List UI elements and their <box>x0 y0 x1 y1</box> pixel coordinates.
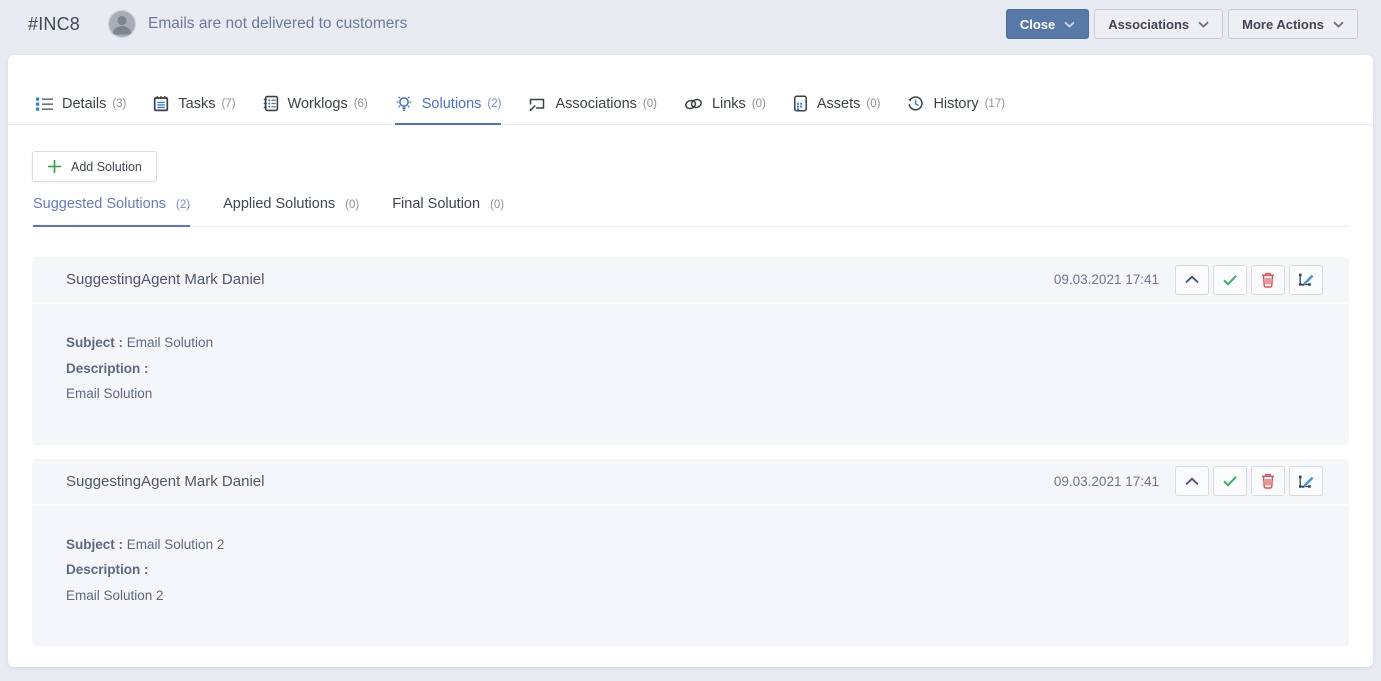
collapse-chevron-up-icon <box>1184 275 1200 284</box>
solution-author: SuggestingAgent Mark Daniel <box>66 473 264 490</box>
approve-check-icon <box>1222 274 1238 286</box>
solution-card-body: Subject : Email Solution 2 Description :… <box>32 506 1349 647</box>
solution-card: SuggestingAgent Mark Daniel 09.03.2021 1… <box>32 257 1349 445</box>
details-icon <box>36 96 53 112</box>
delete-solution-button[interactable] <box>1251 265 1285 295</box>
assets-icon <box>793 95 808 112</box>
chevron-down-icon <box>1333 21 1344 28</box>
tab-assets[interactable]: Assets (0) <box>793 95 881 125</box>
approve-check-icon <box>1222 475 1238 487</box>
chevron-down-icon <box>1064 21 1075 28</box>
approve-solution-button[interactable] <box>1213 265 1247 295</box>
associations-button[interactable]: Associations <box>1094 9 1223 39</box>
collapse-button[interactable] <box>1175 466 1209 496</box>
solutions-tab-content: Add Solution Suggested Solutions (2) App… <box>8 125 1373 646</box>
solution-author: SuggestingAgent Mark Daniel <box>66 271 264 288</box>
subtab-final-solution[interactable]: Final Solution (0) <box>392 196 504 227</box>
delete-trash-icon <box>1261 272 1275 288</box>
tab-worklogs[interactable]: Worklogs (6) <box>263 95 368 125</box>
delete-trash-icon <box>1261 473 1275 489</box>
tab-associations[interactable]: Associations (0) <box>528 96 656 125</box>
more-actions-button[interactable]: More Actions <box>1228 9 1358 39</box>
solution-description-text: Email Solution <box>66 381 1315 407</box>
solution-card-header: SuggestingAgent Mark Daniel 09.03.2021 1… <box>32 459 1349 506</box>
solution-description-label-line: Description : <box>66 356 1315 382</box>
collapse-button[interactable] <box>1175 265 1209 295</box>
worklogs-icon <box>263 95 279 112</box>
ticket-id: #INC8 <box>28 14 80 35</box>
solution-actions <box>1175 466 1323 496</box>
ticket-detail-panel: Details (3) Tasks (7) <box>8 55 1373 667</box>
edit-pencil-icon <box>1298 271 1315 288</box>
solution-card-header: SuggestingAgent Mark Daniel 09.03.2021 1… <box>32 257 1349 304</box>
solution-description-label-line: Description : <box>66 557 1315 583</box>
requester-avatar <box>108 10 136 38</box>
subtab-applied-solutions[interactable]: Applied Solutions (0) <box>223 196 359 227</box>
links-icon <box>684 97 703 111</box>
solution-actions <box>1175 265 1323 295</box>
ticket-title: Emails are not delivered to customers <box>148 15 407 33</box>
delete-solution-button[interactable] <box>1251 466 1285 496</box>
tab-history[interactable]: History (17) <box>907 95 1005 125</box>
edit-solution-button[interactable] <box>1289 265 1323 295</box>
tab-links[interactable]: Links (0) <box>684 96 766 125</box>
edit-pencil-icon <box>1298 473 1315 490</box>
add-solution-button[interactable]: Add Solution <box>32 151 157 182</box>
approve-solution-button[interactable] <box>1213 466 1247 496</box>
tasks-icon <box>153 95 169 112</box>
tab-details[interactable]: Details (3) <box>36 96 126 125</box>
chevron-down-icon <box>1198 21 1209 28</box>
solutions-icon <box>395 95 413 112</box>
solution-timestamp: 09.03.2021 17:41 <box>1054 474 1159 489</box>
collapse-chevron-up-icon <box>1184 477 1200 486</box>
ticket-header-bar: #INC8 Emails are not delivered to custom… <box>0 0 1381 48</box>
solution-description-text: Email Solution 2 <box>66 583 1315 609</box>
associations-icon <box>528 96 546 112</box>
history-icon <box>907 95 924 112</box>
solution-card: SuggestingAgent Mark Daniel 09.03.2021 1… <box>32 459 1349 647</box>
plus-icon <box>47 159 62 174</box>
solution-timestamp: 09.03.2021 17:41 <box>1054 272 1159 287</box>
solution-subject-line: Subject : Email Solution 2 <box>66 532 1315 558</box>
ticket-tabbar: Details (3) Tasks (7) <box>8 55 1373 125</box>
tab-solutions[interactable]: Solutions (2) <box>395 95 502 125</box>
close-button[interactable]: Close <box>1006 9 1089 39</box>
subtab-suggested-solutions[interactable]: Suggested Solutions (2) <box>33 196 190 227</box>
solutions-subtabs: Suggested Solutions (2) Applied Solution… <box>32 196 1349 227</box>
solution-subject-line: Subject : Email Solution <box>66 330 1315 356</box>
edit-solution-button[interactable] <box>1289 466 1323 496</box>
tab-tasks[interactable]: Tasks (7) <box>153 95 235 125</box>
solution-card-body: Subject : Email Solution Description : E… <box>32 304 1349 445</box>
